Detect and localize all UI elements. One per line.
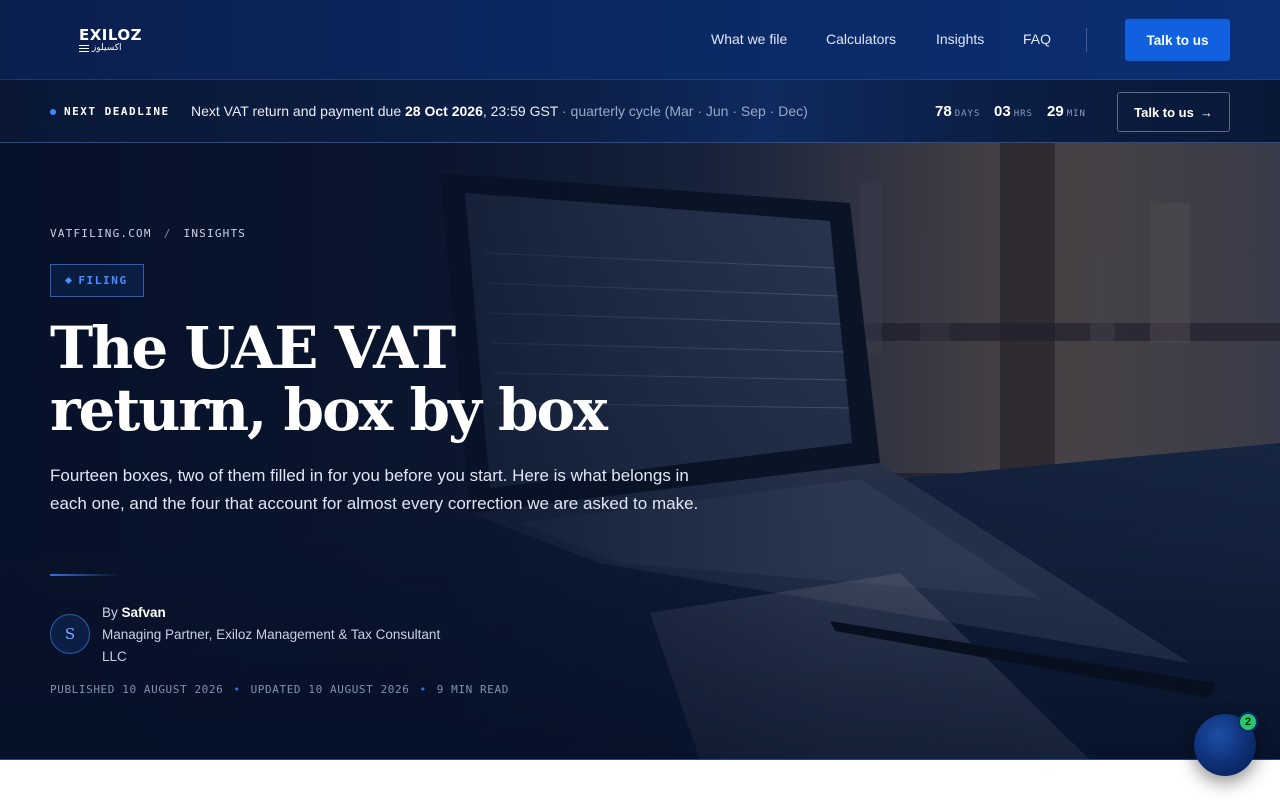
author-info: By Safvan Managing Partner, Exiloz Manag… [102, 602, 462, 668]
arrow-right-icon: → [1199, 104, 1213, 120]
status-dot-icon [50, 109, 56, 115]
nav-insights[interactable]: Insights [936, 31, 984, 47]
logo-text: EXILOZ [79, 26, 143, 44]
site-header: EXILOZ اكسيلوز What we file Calculators … [0, 0, 1280, 80]
author-role: Managing Partner, Exiloz Management & Ta… [102, 627, 441, 664]
deadline-message: Next VAT return and payment due 28 Oct 2… [191, 103, 808, 119]
breadcrumb: VATFILING.COM / INSIGHTS [50, 227, 247, 240]
deadline-date: 28 Oct 2026 [405, 103, 483, 119]
breadcrumb-home[interactable]: VATFILING.COM [50, 227, 152, 240]
countdown-days: 78 DAYS [935, 103, 981, 120]
diamond-icon [65, 276, 73, 285]
deadline-label: NEXT DEADLINE [64, 105, 170, 118]
countdown-hours: 03 HRS [994, 103, 1033, 120]
category-tag[interactable]: FILING [50, 264, 144, 297]
deadline-cycle: · quarterly cycle (Mar · Jun · Sep · Dec… [558, 103, 808, 119]
nav-divider [1086, 28, 1087, 52]
chat-notification-badge: 2 [1238, 712, 1258, 732]
article-lead: Fourteen boxes, two of them filled in fo… [50, 466, 699, 513]
accent-rule [50, 574, 120, 576]
breadcrumb-insights[interactable]: INSIGHTS [184, 227, 247, 240]
author-name: Safvan [121, 605, 166, 620]
published-date: PUBLISHED 10 AUGUST 2026 [50, 683, 224, 696]
read-time: 9 MIN READ [436, 683, 509, 696]
author-avatar: S [50, 614, 90, 654]
countdown-minutes: 29 MIN [1047, 103, 1086, 120]
article-hero: VATFILING.COM / INSIGHTS FILING The UAE VA… [0, 143, 1280, 760]
logo-mark-icon [79, 45, 89, 52]
updated-date: UPDATED 10 AUGUST 2026 [250, 683, 410, 696]
nav-what-we-file[interactable]: What we file [711, 31, 787, 47]
logo-arabic: اكسيلوز [92, 43, 122, 53]
deadline-talk-to-us-button[interactable]: Talk to us → [1117, 92, 1230, 132]
article-meta: PUBLISHED 10 AUGUST 2026 • UPDATED 10 AUGU… [50, 683, 509, 696]
logo[interactable]: EXILOZ اكسيلوز [79, 27, 149, 55]
nav-calculators[interactable]: Calculators [826, 31, 896, 47]
page-title: The UAE VAT return, box by box [50, 314, 608, 444]
talk-to-us-button[interactable]: Talk to us [1125, 19, 1230, 61]
nav-faq[interactable]: FAQ [1023, 31, 1051, 47]
